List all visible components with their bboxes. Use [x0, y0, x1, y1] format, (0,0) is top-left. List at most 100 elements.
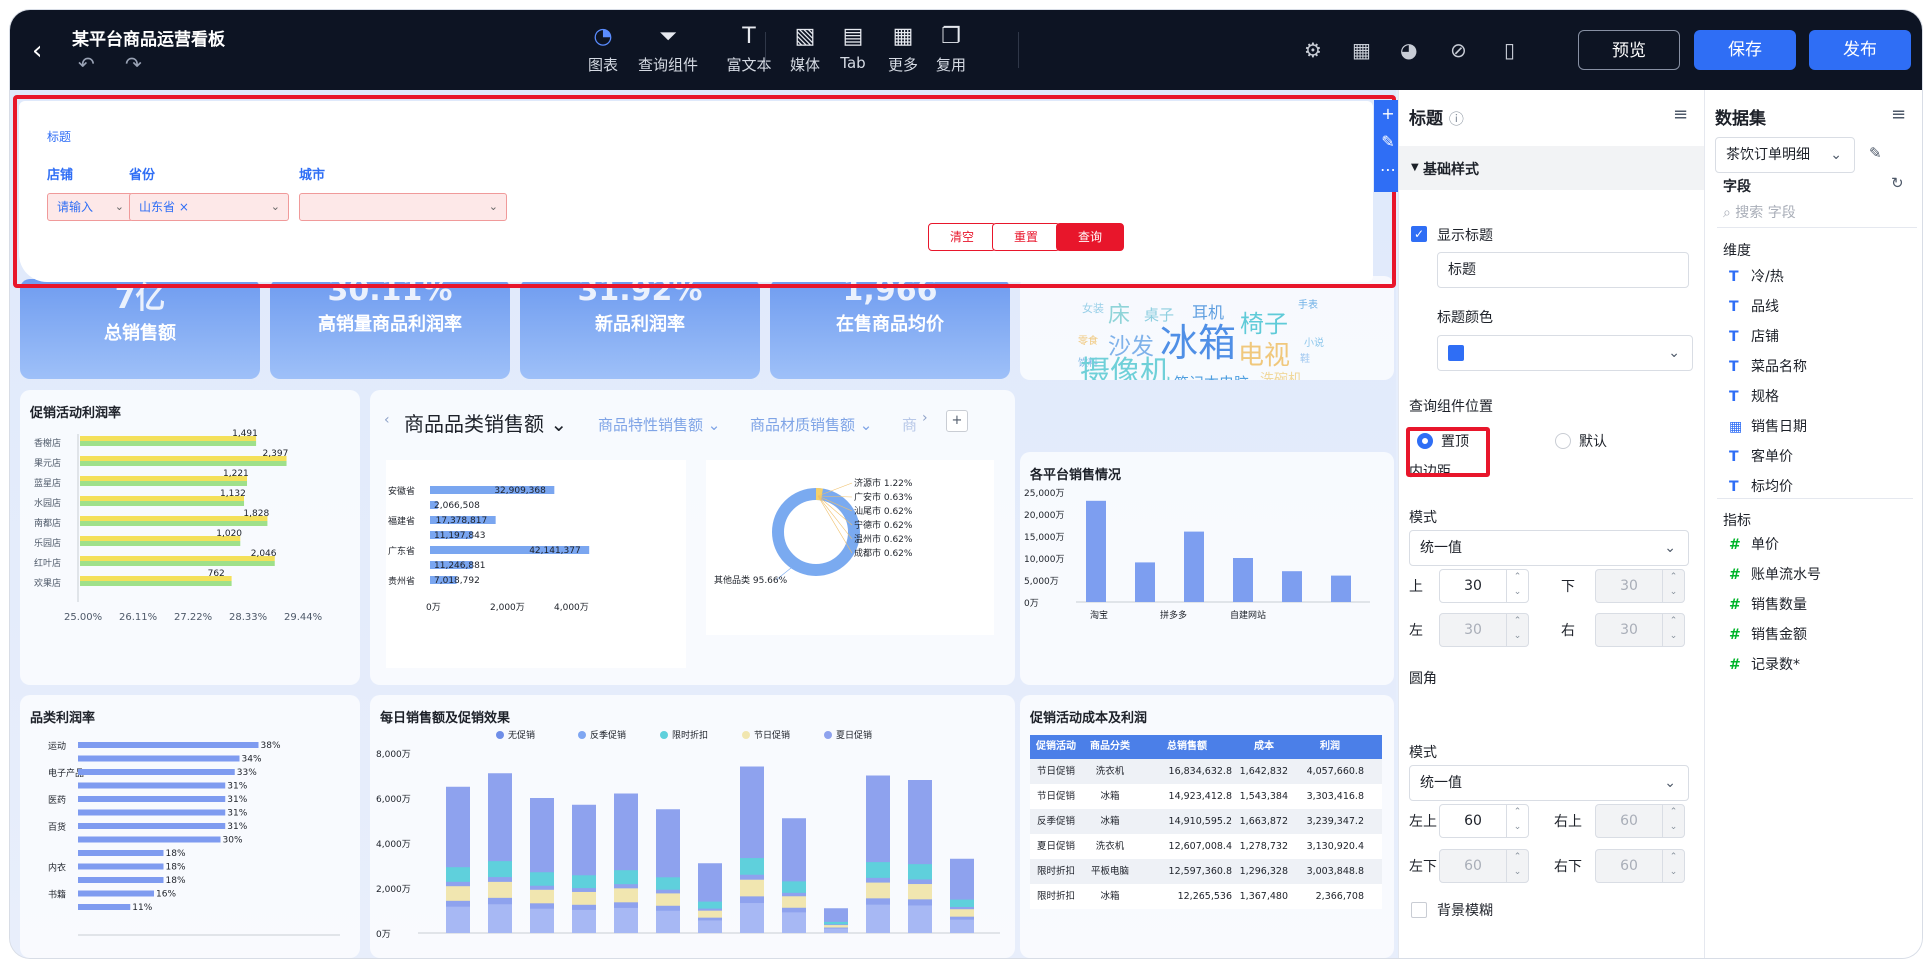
padding-left-stepper[interactable]: 30 ⌃ ⌄	[1439, 613, 1529, 647]
undo-icon[interactable]: ↶	[78, 52, 95, 76]
dimension-field[interactable]: T 冷/热	[1729, 266, 1784, 286]
tab-prev-icon[interactable]: ‹	[384, 412, 390, 428]
bar	[78, 796, 226, 802]
kpi-card[interactable]: 7亿 总销售额	[20, 279, 260, 379]
radio-default[interactable]	[1555, 433, 1571, 449]
platform-sales-card[interactable]: 各平台销售情况 25,000万 20,000万 15,000万 10,000万 5,00…	[1020, 452, 1394, 685]
clear-button[interactable]: 清空	[928, 223, 996, 251]
settings-sliders-icon[interactable]: ⚙	[1304, 38, 1322, 62]
reset-button[interactable]: 重置	[992, 223, 1060, 251]
redo-icon[interactable]: ↷	[125, 52, 142, 76]
bar-segment	[572, 909, 596, 933]
tag-close-icon[interactable]: ×	[179, 200, 189, 214]
dimension-field[interactable]: T 客单价	[1729, 446, 1793, 466]
tab-next-icon[interactable]: ›	[922, 410, 928, 426]
dataset-select-value: 茶饮订单明细	[1726, 147, 1810, 163]
kpi-card[interactable]: 30.11% 高销量商品利润率	[270, 279, 510, 379]
metric-field[interactable]: # 记录数*	[1729, 654, 1800, 674]
add-tab-icon[interactable]: +	[946, 410, 968, 432]
table-row[interactable]: 夏日促销 洗衣机 12,607,008.4 1,278,732 3,130,920.4	[1030, 834, 1382, 859]
dimension-field[interactable]: T 品线	[1729, 296, 1779, 316]
tab-category-sales[interactable]: 商品品类销售额 ⌄	[404, 408, 567, 437]
table-row[interactable]: 限时折扣 冰箱 12,265,536 1,367,480 2,366,708	[1030, 884, 1382, 909]
province-select[interactable]: 山东省 × ⌄	[129, 193, 289, 221]
dataset-select[interactable]: 茶饮订单明细 ⌄	[1715, 137, 1855, 173]
padding-bottom-stepper[interactable]: 30 ⌃ ⌄	[1595, 569, 1685, 603]
city-select[interactable]: ⌄	[299, 193, 507, 221]
word-cloud-card[interactable]: 女装床桌子耳机椅子手表零食沙发冰箱电视小说饮料摄像机笔记本电脑洗碗机鞋	[1020, 276, 1394, 392]
blur-checkbox[interactable]	[1411, 902, 1427, 918]
collapse-menu-icon[interactable]: ≡	[1891, 104, 1906, 125]
daily-sales-card[interactable]: 每日销售额及促销效果 无促销 反季促销 限时折扣 节日促销 夏日促销 8,000万 6,00…	[370, 695, 1015, 958]
metric-field[interactable]: # 销售数量	[1729, 594, 1807, 614]
x-tick-label: 0万	[426, 603, 441, 613]
stepper-arrows-icon[interactable]: ⌃ ⌄	[1506, 570, 1528, 602]
title-color-picker[interactable]: ⌄	[1437, 335, 1693, 371]
tool-filter[interactable]: ⏷ 查询组件	[635, 24, 701, 75]
padding-top-stepper[interactable]: 30 ⌃ ⌄	[1439, 569, 1529, 603]
radius-br-stepper[interactable]: 60 ⌃ ⌄	[1595, 849, 1685, 883]
tool-copy[interactable]: ❐ 复用	[918, 24, 984, 75]
radius-bl-stepper[interactable]: 60 ⌃ ⌄	[1439, 849, 1529, 883]
category-sales-card[interactable]: ‹ 商品品类销售额 ⌄ 商品特性销售额 ⌄ 商品材质销售额 ⌄ 商 › + 安徽…	[370, 390, 1015, 685]
mobile-icon[interactable]: ▯	[1504, 38, 1515, 62]
radius-mode-select[interactable]: 统一值 ⌄	[1409, 765, 1689, 801]
query-button[interactable]: 查询	[1056, 223, 1124, 251]
word-cloud-word: 零食	[1078, 334, 1098, 347]
table-row[interactable]: 节日促销 冰箱 14,923,412.8 1,543,384 3,303,416.8	[1030, 784, 1382, 809]
back-arrow-icon[interactable]: ‹	[32, 38, 42, 64]
promo-table-card[interactable]: 促销活动成本及利润 促销活动 商品分类 总销售额 成本 利润 节日促销 洗衣机 16,834,…	[1020, 695, 1394, 958]
data-label: 7,018,792	[434, 576, 480, 586]
edit-icon[interactable]: ✎	[1869, 144, 1882, 162]
promo-profit-card[interactable]: 促销活动利润率 25.00% 26.11% 27.22% 28.33% 29.44% 香榭…	[20, 390, 360, 685]
save-button[interactable]: 保存	[1694, 30, 1796, 70]
table-row[interactable]: 限时折扣 平板电脑 12,597,360.8 1,296,328 3,003,848.8	[1030, 859, 1382, 884]
preview-button[interactable]: 预览	[1578, 30, 1680, 70]
metric-field[interactable]: # 销售金额	[1729, 624, 1807, 644]
field-search-input[interactable]: ⌕ 搜索 字段	[1717, 198, 1917, 228]
refresh-icon[interactable]: ↻	[1891, 174, 1904, 192]
data-label: 1,020	[216, 529, 242, 539]
palette-icon[interactable]: ◕	[1400, 38, 1417, 62]
dimension-field[interactable]: T 店铺	[1729, 326, 1779, 346]
kpi-card[interactable]: 31.92% 新品利润率	[520, 279, 760, 379]
tool-pie-chart[interactable]: ◔ 图表	[570, 24, 636, 75]
text-type-icon: T	[1729, 269, 1739, 285]
dashboard-title[interactable]: 某平台商品运营看板	[72, 25, 225, 50]
radius-br-label: 右下	[1554, 859, 1582, 875]
dimensions-label: 维度	[1723, 243, 1751, 259]
word-cloud-word: 手表	[1298, 298, 1318, 311]
eye-off-icon[interactable]: ⊘	[1450, 38, 1467, 62]
radius-tr-stepper[interactable]: 60 ⌃ ⌄	[1595, 804, 1685, 838]
show-title-checkbox[interactable]: ✓	[1411, 226, 1427, 242]
dimension-field[interactable]: T 标均价	[1729, 476, 1793, 496]
tab-feature-sales[interactable]: 商品特性销售额 ⌄	[598, 414, 720, 435]
category-profit-card[interactable]: 品类利润率 运动 38% 34% 电子产品 33% 31% 医药 31% 31% 百货 31% 30%…	[20, 695, 360, 958]
padding-right-stepper[interactable]: 30 ⌃ ⌄	[1595, 613, 1685, 647]
metric-field[interactable]: # 账单流水号	[1729, 564, 1821, 584]
table-cell: 1,543,384	[1239, 791, 1288, 802]
data-label: 34%	[242, 755, 262, 765]
query-component-selected[interactable]: 标题 店铺 省份 城市 请输入 ⌄ 山东省 × ⌄ ⌄ 清空 重置 查询 + ✎…	[13, 95, 1402, 288]
layout-icon[interactable]: ▦	[1352, 38, 1371, 62]
y-tick-label: 红叶店	[34, 557, 61, 569]
dimension-field[interactable]: ▦ 销售日期	[1729, 416, 1807, 436]
dimension-field[interactable]: T 规格	[1729, 386, 1779, 406]
store-select[interactable]: 请输入 ⌄	[47, 193, 133, 221]
table-row[interactable]: 反季促销 冰箱 14,910,595.2 1,663,872 3,239,347.2	[1030, 809, 1382, 834]
section-basic-style[interactable]: ▼ 基础样式	[1399, 146, 1705, 190]
info-icon[interactable]: ⓘ	[1449, 110, 1464, 128]
padding-mode-select[interactable]: 统一值 ⌄	[1409, 530, 1689, 566]
title-input[interactable]: 标题	[1437, 252, 1689, 288]
dimension-field[interactable]: T 菜品名称	[1729, 356, 1807, 376]
tab-material-sales[interactable]: 商品材质销售额 ⌄	[750, 414, 872, 435]
table-row[interactable]: 节日促销 洗衣机 16,834,632.8 1,642,832 4,057,660.8	[1030, 759, 1382, 784]
kpi-card[interactable]: 1,966 在售商品均价	[770, 279, 1010, 379]
publish-button[interactable]: 发布	[1809, 30, 1911, 70]
tab-more[interactable]: 商	[902, 414, 917, 435]
x-tick-label: 2,000万	[490, 603, 525, 613]
metric-field[interactable]: # 单价	[1729, 534, 1779, 554]
stepper-arrows-icon[interactable]: ⌃ ⌄	[1506, 805, 1528, 837]
collapse-menu-icon[interactable]: ≡	[1673, 104, 1688, 125]
radius-tl-stepper[interactable]: 60 ⌃ ⌄	[1439, 804, 1529, 838]
